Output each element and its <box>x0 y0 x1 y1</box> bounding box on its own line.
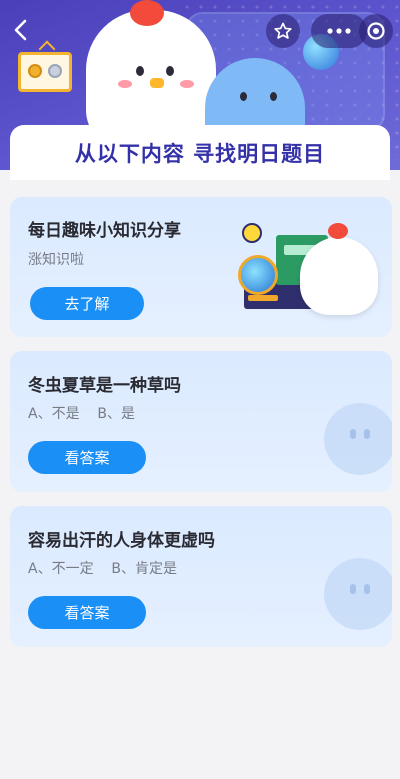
chick-eye <box>166 66 174 76</box>
favorite-button[interactable] <box>266 14 300 48</box>
close-miniapp-button[interactable] <box>359 14 393 48</box>
chick-eye <box>136 66 144 76</box>
question-title: 容易出汗的人身体更虚吗 <box>28 531 215 551</box>
target-icon <box>367 22 385 40</box>
chick-mascot <box>300 237 378 315</box>
card-title: 每日趣味小知识分享 <box>28 221 181 241</box>
miniapp-capsule <box>263 14 395 48</box>
ghost-decoration-icon <box>324 403 392 475</box>
globe-icon <box>238 255 278 295</box>
card-subtitle: 涨知识啦 <box>28 252 84 268</box>
back-button[interactable] <box>8 16 32 44</box>
chick-comb <box>130 0 164 26</box>
learn-more-button[interactable]: 去了解 <box>30 287 144 320</box>
chick-comb <box>328 223 348 239</box>
knowledge-illustration <box>230 215 385 330</box>
view-answer-button[interactable]: 看答案 <box>28 441 146 474</box>
gold-medal-icon <box>28 64 42 78</box>
question-options: A、不一定 B、肯定是 <box>28 561 177 577</box>
blue-mascot-eye <box>240 92 247 101</box>
chick-beak <box>150 78 164 88</box>
lightbulb-icon <box>242 223 262 243</box>
medal-frame-icon <box>18 52 72 92</box>
section-title-card: 从以下内容 寻找明日题目 <box>10 125 390 180</box>
back-icon <box>14 19 27 41</box>
chick-cheek <box>180 80 194 88</box>
question-card: 容易出汗的人身体更虚吗 A、不一定 B、肯定是 看答案 <box>10 506 392 647</box>
blue-mascot-eye <box>270 92 277 101</box>
silver-medal-icon <box>48 64 62 78</box>
view-answer-button[interactable]: 看答案 <box>28 596 146 629</box>
question-options: A、不是 B、是 <box>28 406 135 422</box>
question-card: 冬虫夏草是一种草吗 A、不是 B、是 看答案 <box>10 351 392 492</box>
knowledge-card: 每日趣味小知识分享 涨知识啦 去了解 <box>10 197 392 337</box>
question-title: 冬虫夏草是一种草吗 <box>28 376 181 396</box>
chick-cheek <box>118 80 132 88</box>
ghost-decoration-icon <box>324 558 392 630</box>
star-icon <box>274 22 292 39</box>
section-title: 从以下内容 寻找明日题目 <box>74 141 326 166</box>
globe-stand <box>248 295 278 301</box>
more-icon <box>327 28 351 34</box>
